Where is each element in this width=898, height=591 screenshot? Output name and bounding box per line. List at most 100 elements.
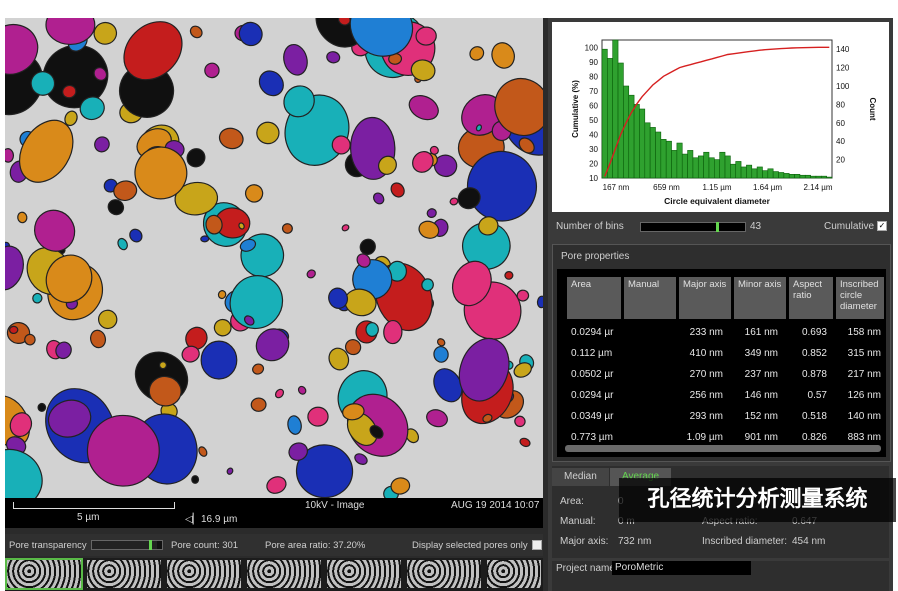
sem-image-viewer[interactable] <box>5 18 543 498</box>
y-right-tick-label: 140 <box>836 45 850 54</box>
cell-major: 293 nm <box>689 411 723 422</box>
cell-inscribed: 217 nm <box>847 369 881 380</box>
column-header-aspect-ratio[interactable]: Aspect ratio <box>789 277 833 319</box>
y-left-tick-label: 60 <box>589 101 598 110</box>
cell-aspect: 0.826 <box>801 432 827 443</box>
pore-properties-table[interactable]: Area Manual Major axis Minor axis Aspect… <box>557 269 886 457</box>
thumbnail[interactable] <box>87 560 161 588</box>
display-selected-checkbox[interactable] <box>532 540 542 550</box>
column-header-manual[interactable]: Manual <box>624 277 676 319</box>
histogram-bar <box>735 161 742 179</box>
y-left-axis-label: Cumulative (%) <box>571 80 580 138</box>
project-name-input[interactable]: PoroMetric <box>612 561 751 575</box>
cell-major: 270 nm <box>689 369 723 380</box>
pore[interactable] <box>191 475 200 484</box>
cumulative-checkbox[interactable]: ✓ <box>877 221 887 231</box>
table-row[interactable]: 0.0294 µr 256 nm 146 nm 0.57 126 nm <box>557 386 886 408</box>
thumbnail[interactable] <box>487 560 541 588</box>
histogram-bar <box>601 48 608 179</box>
histogram-bar <box>623 85 630 179</box>
cell-minor: 349 nm <box>744 348 778 359</box>
histogram-bar <box>826 176 833 179</box>
histogram-bar <box>687 150 694 179</box>
tab-median[interactable]: Median <box>552 468 609 486</box>
histogram-bar <box>810 175 817 179</box>
table-row[interactable]: 0.0294 µr 233 nm 161 nm 0.693 158 nm <box>557 323 886 345</box>
thumbnail[interactable] <box>5 558 83 590</box>
histogram-bar <box>676 142 683 179</box>
histogram-bar <box>649 127 656 179</box>
column-header-area[interactable]: Area <box>567 277 621 319</box>
table-row[interactable]: 0.112 µm 410 nm 349 nm 0.852 315 nm <box>557 344 886 366</box>
slider-fill <box>92 541 158 549</box>
major-axis-value: 732 nm <box>618 536 652 547</box>
bins-slider-thumb[interactable] <box>715 222 719 232</box>
pore[interactable] <box>250 397 267 412</box>
cell-inscribed: 158 nm <box>847 327 881 338</box>
histogram-bar <box>617 62 624 179</box>
x-axis-label: Circle equivalent diameter <box>664 196 771 206</box>
cell-area: 0.0502 µr <box>571 369 614 380</box>
y-right-tick-label: 120 <box>836 64 850 73</box>
thumbnail[interactable] <box>247 560 321 588</box>
histogram-bar <box>804 174 811 179</box>
pore[interactable] <box>307 406 329 427</box>
column-header-major-axis[interactable]: Major axis <box>679 277 731 319</box>
bins-control: Number of bins 43 Cumulative ✓ <box>552 216 889 236</box>
cell-major: 256 nm <box>689 390 723 401</box>
cell-area: 0.773 µm <box>571 432 613 443</box>
table-row[interactable]: 0.0502 µr 270 nm 237 nm 0.878 217 nm <box>557 365 886 387</box>
cell-major: 410 nm <box>689 348 723 359</box>
pore[interactable] <box>8 325 19 335</box>
histogram-bar <box>660 139 667 179</box>
pore-properties-title: Pore properties <box>561 251 630 262</box>
major-axis-label: Major axis: <box>560 536 609 547</box>
x-tick-label: 1.15 µm <box>702 183 731 192</box>
histogram-bar <box>644 122 651 179</box>
scale-bar-strip: 5 µm ◁▏ 16.9 µm 10kV - Image AUG 19 2014… <box>5 498 543 528</box>
histogram-bar <box>799 174 806 179</box>
y-left-tick-label: 70 <box>589 87 598 96</box>
pore[interactable] <box>256 121 280 145</box>
thumbnail[interactable] <box>167 560 241 588</box>
table-row[interactable]: 0.0349 µr 293 nm 152 nm 0.518 140 nm <box>557 407 886 429</box>
cell-major: 233 nm <box>689 327 723 338</box>
project-bar: Project name PoroMetric <box>552 561 889 591</box>
histogram-bar <box>671 150 678 179</box>
y-left-tick-label: 10 <box>589 174 598 183</box>
y-right-axis-label: Count <box>868 97 877 120</box>
y-left-tick-label: 80 <box>589 72 598 81</box>
pore[interactable] <box>200 235 210 243</box>
cell-area: 0.0294 µr <box>571 327 614 338</box>
inscribed-diameter-value: 454 nm <box>792 536 826 547</box>
horizontal-scrollbar[interactable] <box>565 445 881 452</box>
project-name-label: Project name <box>556 563 615 574</box>
thumbnail-strip <box>5 558 543 591</box>
cell-inscribed: 126 nm <box>847 390 881 401</box>
histogram-bar <box>703 151 710 179</box>
histogram-bar <box>714 159 720 179</box>
x-tick-label: 659 nm <box>653 183 680 192</box>
area-label: Area: <box>560 496 584 507</box>
bins-slider[interactable] <box>640 222 746 232</box>
cell-aspect: 0.57 <box>807 390 827 401</box>
bins-label: Number of bins <box>556 221 624 232</box>
thumbnail[interactable] <box>327 560 401 588</box>
slider-thumb[interactable] <box>149 540 153 550</box>
image-info-label: 10kV - Image <box>305 500 365 511</box>
pore[interactable] <box>383 319 403 345</box>
cell-minor: 901 nm <box>744 432 778 443</box>
histogram-bar <box>815 175 822 179</box>
column-header-inscribed-diameter[interactable]: Inscribed circle diameter <box>836 277 884 319</box>
thumbnail[interactable] <box>407 560 481 588</box>
column-header-minor-axis[interactable]: Minor axis <box>734 277 786 319</box>
y-left-tick-label: 30 <box>589 145 598 154</box>
pore[interactable] <box>200 340 238 380</box>
pore-transparency-slider[interactable] <box>91 540 163 550</box>
scale-bar <box>13 502 175 509</box>
cell-inscribed: 315 nm <box>847 348 881 359</box>
pore-transparency-label: Pore transparency <box>9 540 87 551</box>
cell-area: 0.0294 µr <box>571 390 614 401</box>
cell-aspect: 0.518 <box>801 411 827 422</box>
pore[interactable] <box>365 322 379 338</box>
